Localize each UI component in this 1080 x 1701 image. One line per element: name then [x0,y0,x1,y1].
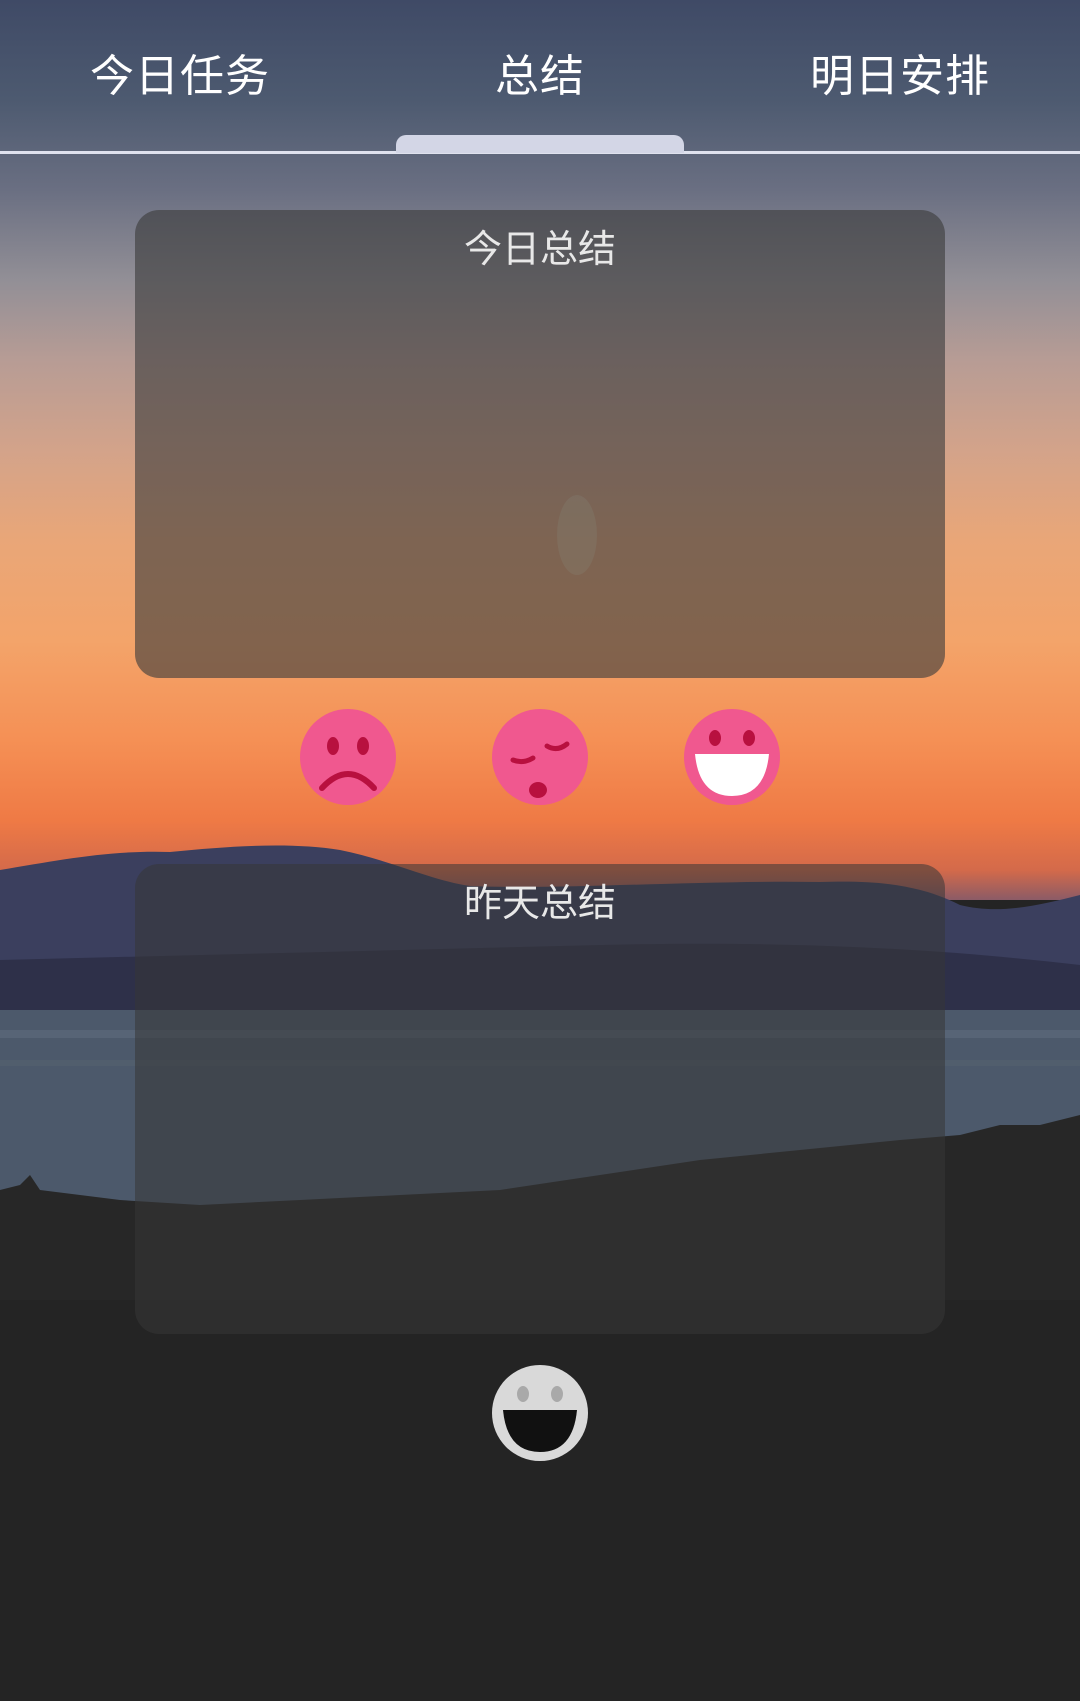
mood-happy-button[interactable] [683,708,781,806]
top-tab-bar: 今日任务 总结 明日安排 [0,0,1080,154]
mood-sad-button[interactable] [299,708,397,806]
tired-face-icon [492,709,588,805]
happy-face-icon [684,709,780,805]
sad-face-icon [300,709,396,805]
faint-background-mark [557,495,597,575]
active-tab-indicator [396,135,684,153]
today-summary-title: 今日总结 [463,227,616,271]
mood-tired-button[interactable] [491,708,589,806]
tab-summary[interactable]: 总结 [390,40,690,104]
yesterday-summary-card: 昨天总结 [135,864,945,1334]
tab-today-tasks[interactable]: 今日任务 [30,40,330,104]
tab-tomorrow-plan[interactable]: 明日安排 [750,40,1050,104]
happy-face-icon [492,1365,588,1461]
yesterday-mood-indicator [491,1364,589,1462]
yesterday-summary-title: 昨天总结 [463,881,616,925]
today-summary-card[interactable]: 今日总结 [135,210,945,678]
